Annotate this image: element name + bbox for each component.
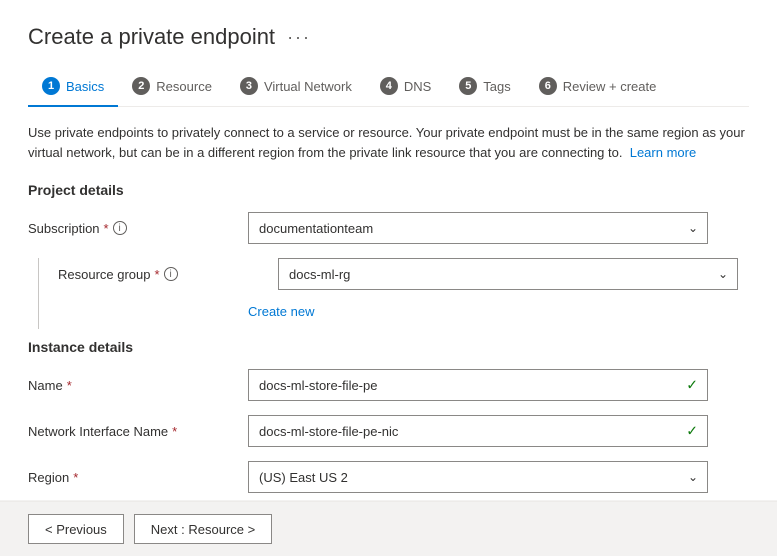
region-label: Region * [28,470,248,485]
tabs-container: 1 Basics 2 Resource 3 Virtual Network 4 … [28,68,749,107]
tab-review-create-number: 6 [539,77,557,95]
project-details-section: Project details Subscription * i documen… [28,182,749,329]
tab-basics-label: Basics [66,79,104,94]
footer: < Previous Next : Resource > [0,501,777,556]
project-details-title: Project details [28,182,749,198]
page-title: Create a private endpoint [28,24,275,50]
tab-dns-label: DNS [404,79,431,94]
previous-button[interactable]: < Previous [28,514,124,544]
subscription-row: Subscription * i documentationteam ⌄ [28,212,749,244]
region-row: Region * (US) East US 2 ⌄ [28,461,749,493]
subscription-control: documentationteam ⌄ [248,212,708,244]
name-valid-icon: ✓ [686,377,698,394]
indent-line-decoration [38,258,39,329]
tab-review-create-label: Review + create [563,79,657,94]
name-input[interactable] [248,369,708,401]
network-interface-name-valid-icon: ✓ [686,423,698,440]
page-title-area: Create a private endpoint ··· [28,24,749,50]
tab-resource-number: 2 [132,77,150,95]
region-select-wrapper: (US) East US 2 ⌄ [248,461,708,493]
tab-basics[interactable]: 1 Basics [28,69,118,107]
resource-group-select[interactable]: docs-ml-rg [278,258,738,290]
region-select[interactable]: (US) East US 2 [248,461,708,493]
page-title-dots: ··· [287,27,311,48]
name-required: * [67,378,72,393]
resource-group-required: * [155,267,160,282]
network-interface-name-input[interactable] [248,415,708,447]
network-interface-name-row: Network Interface Name * ✓ [28,415,749,447]
network-interface-name-control: ✓ [248,415,708,447]
network-interface-name-label: Network Interface Name * [28,424,248,439]
next-button[interactable]: Next : Resource > [134,514,272,544]
resource-group-indent: Resource group * i docs-ml-rg ⌄ Create n [28,258,749,329]
tab-basics-number: 1 [42,77,60,95]
learn-more-link[interactable]: Learn more [630,145,696,160]
region-required: * [73,470,78,485]
resource-group-row: Resource group * i docs-ml-rg ⌄ [58,258,749,290]
tab-virtual-network-number: 3 [240,77,258,95]
tab-tags-number: 5 [459,77,477,95]
resource-group-inner: Resource group * i docs-ml-rg ⌄ Create n [58,258,749,329]
tab-dns-number: 4 [380,77,398,95]
subscription-info-icon[interactable]: i [113,221,127,235]
name-control: ✓ [248,369,708,401]
tab-resource[interactable]: 2 Resource [118,69,226,107]
resource-group-control: docs-ml-rg ⌄ [278,258,738,290]
description-text: Use private endpoints to privately conne… [28,123,748,162]
network-interface-name-required: * [172,424,177,439]
subscription-required: * [104,221,109,236]
subscription-select[interactable]: documentationteam [248,212,708,244]
tab-tags[interactable]: 5 Tags [445,69,524,107]
name-label: Name * [28,378,248,393]
instance-details-title: Instance details [28,339,749,355]
create-new-link[interactable]: Create new [248,304,749,319]
tab-virtual-network[interactable]: 3 Virtual Network [226,69,366,107]
subscription-label: Subscription * i [28,221,248,236]
resource-group-select-wrapper: docs-ml-rg ⌄ [278,258,738,290]
tab-tags-label: Tags [483,79,510,94]
resource-group-info-icon[interactable]: i [164,267,178,281]
tab-virtual-network-label: Virtual Network [264,79,352,94]
tab-dns[interactable]: 4 DNS [366,69,445,107]
tab-resource-label: Resource [156,79,212,94]
instance-details-section: Instance details Name * ✓ Network Interf… [28,339,749,493]
resource-group-label: Resource group * i [58,267,278,282]
name-row: Name * ✓ [28,369,749,401]
tab-review-create[interactable]: 6 Review + create [525,69,671,107]
main-container: Create a private endpoint ··· 1 Basics 2… [0,0,777,500]
region-control: (US) East US 2 ⌄ [248,461,708,493]
subscription-select-wrapper: documentationteam ⌄ [248,212,708,244]
